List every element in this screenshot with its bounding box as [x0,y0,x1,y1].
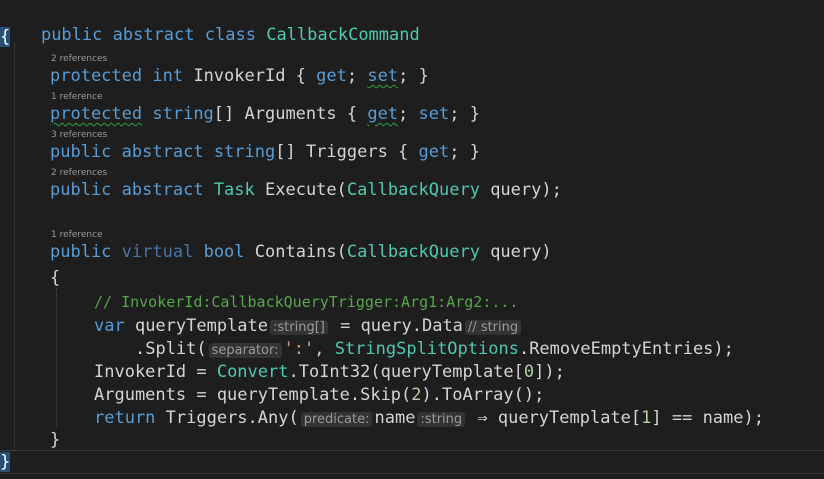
keyword: get [316,66,347,86]
code-text: ).ToArray(); [421,385,545,405]
inlay-type-hint: :string[] [270,320,328,335]
code-text: ; [346,66,358,86]
inlay-parameter-hint: separator: [208,343,282,358]
keyword: get [367,104,399,124]
code-line-execute[interactable]: public abstract Task Execute(CallbackQue… [50,180,824,200]
code-text: query); [479,180,562,200]
code-text: ; } [398,66,429,86]
inlay-type-hint: // string [464,320,522,335]
code-text: , [314,339,335,359]
keyword: get [418,142,450,162]
codelens-references[interactable]: 2 references [51,167,107,179]
number-literal: 0 [523,362,535,382]
code-text: Triggers.Any( [155,408,299,428]
keyword: protected [50,104,143,124]
code-text: ⇒ queryTemplate[ [467,408,642,428]
keyword: bool [203,242,245,262]
keyword: set [367,66,399,86]
code-line-return[interactable]: return Triggers.Any(predicate: name:strin… [94,408,824,428]
code-line-method-open-brace[interactable]: { [50,268,824,288]
code-text: ] == name); [651,408,764,428]
code-text: query) [479,242,552,262]
keyword: var [94,316,125,336]
code-text: Execute( [254,180,347,200]
code-text: name [374,408,416,428]
keyword: public [50,180,112,200]
code-line-method-close-brace[interactable]: } [50,430,824,450]
indent-guide [14,44,15,450]
code-line-comment[interactable]: // InvokerId:CallbackQueryTrigger:Arg1:A… [94,292,824,312]
keyword: int [152,66,184,86]
code-text: InvokerId = [94,362,217,382]
code-text: InvokerId { [183,66,317,86]
indent-guide [56,288,57,428]
codelens-references[interactable]: 3 references [51,129,107,141]
brace: } [50,430,61,450]
inlay-parameter-hint: predicate: [300,412,373,427]
code-line-class-open-brace[interactable]: { [0,27,824,47]
codelens-references[interactable]: 2 references [51,53,107,65]
code-text: .Split( [135,339,207,359]
codelens-references[interactable]: 1 reference [51,229,103,241]
keyword: string [152,104,214,124]
keyword: set [418,104,450,124]
type-name: Convert [216,362,289,382]
keyword: return [94,408,156,428]
code-editor[interactable]: public abstract class CallbackCommand { … [0,0,824,479]
code-line-arguments-assign[interactable]: Arguments = queryTemplate.Skip(2).ToArra… [94,385,824,405]
code-text: .ToInt32(queryTemplate[ [288,362,524,382]
code-line-invoker-id[interactable]: protected int InvokerId { get; set; } [50,66,824,86]
code-text: [] Arguments { [213,104,368,124]
code-line-triggers[interactable]: public abstract string[] Triggers { get;… [50,142,824,162]
keyword: abstract [121,180,204,200]
code-text: ]); [534,362,565,382]
code-text: [] Triggers { [275,142,419,162]
code-text: ; } [449,142,480,162]
brace-match-highlight: { [0,27,11,47]
code-line-class-close-brace[interactable]: } [0,452,824,472]
codelens-references[interactable]: 1 reference [51,91,103,103]
code-line-convert[interactable]: InvokerId = Convert.ToInt32(queryTemplat… [94,362,824,382]
code-text: queryTemplate [124,316,269,336]
string-literal: ':' [283,339,315,359]
keyword: public [50,142,112,162]
code-text: = query.Data [329,316,463,336]
brace-match-highlight: } [0,452,11,472]
code-text: ; [398,104,419,124]
code-text: .RemoveEmptyEntries); [518,339,734,359]
keyword: abstract [121,142,204,162]
keyword: public [50,242,112,262]
code-line-contains[interactable]: public virtual bool Contains(CallbackQue… [50,242,824,262]
brace: { [50,268,61,288]
code-line-var-query-template[interactable]: var queryTemplate:string[] = query.Data /… [94,316,824,336]
code-line-class-declaration[interactable]: public abstract class CallbackCommand [0,5,824,45]
number-literal: 2 [411,385,422,405]
code-text: Arguments = queryTemplate.Skip( [94,385,412,405]
code-text: ; } [449,104,480,124]
keyword: protected [50,66,143,86]
code-text: Contains( [244,242,347,262]
comment: // InvokerId:CallbackQueryTrigger:Arg1:A… [94,293,519,311]
keyword: string [213,142,276,162]
type-name: CallbackQuery [346,242,480,262]
code-line-arguments[interactable]: protected string[] Arguments { get; set;… [50,104,824,124]
type-name: StringSplitOptions [334,339,519,359]
inlay-type-hint: :string [417,412,466,427]
type-name: CallbackQuery [346,180,480,200]
number-literal: 1 [641,408,652,428]
type-name: Task [213,180,255,200]
keyword: virtual [121,242,194,262]
code-line-split[interactable]: .Split(separator: ':', StringSplitOptions… [135,339,824,359]
